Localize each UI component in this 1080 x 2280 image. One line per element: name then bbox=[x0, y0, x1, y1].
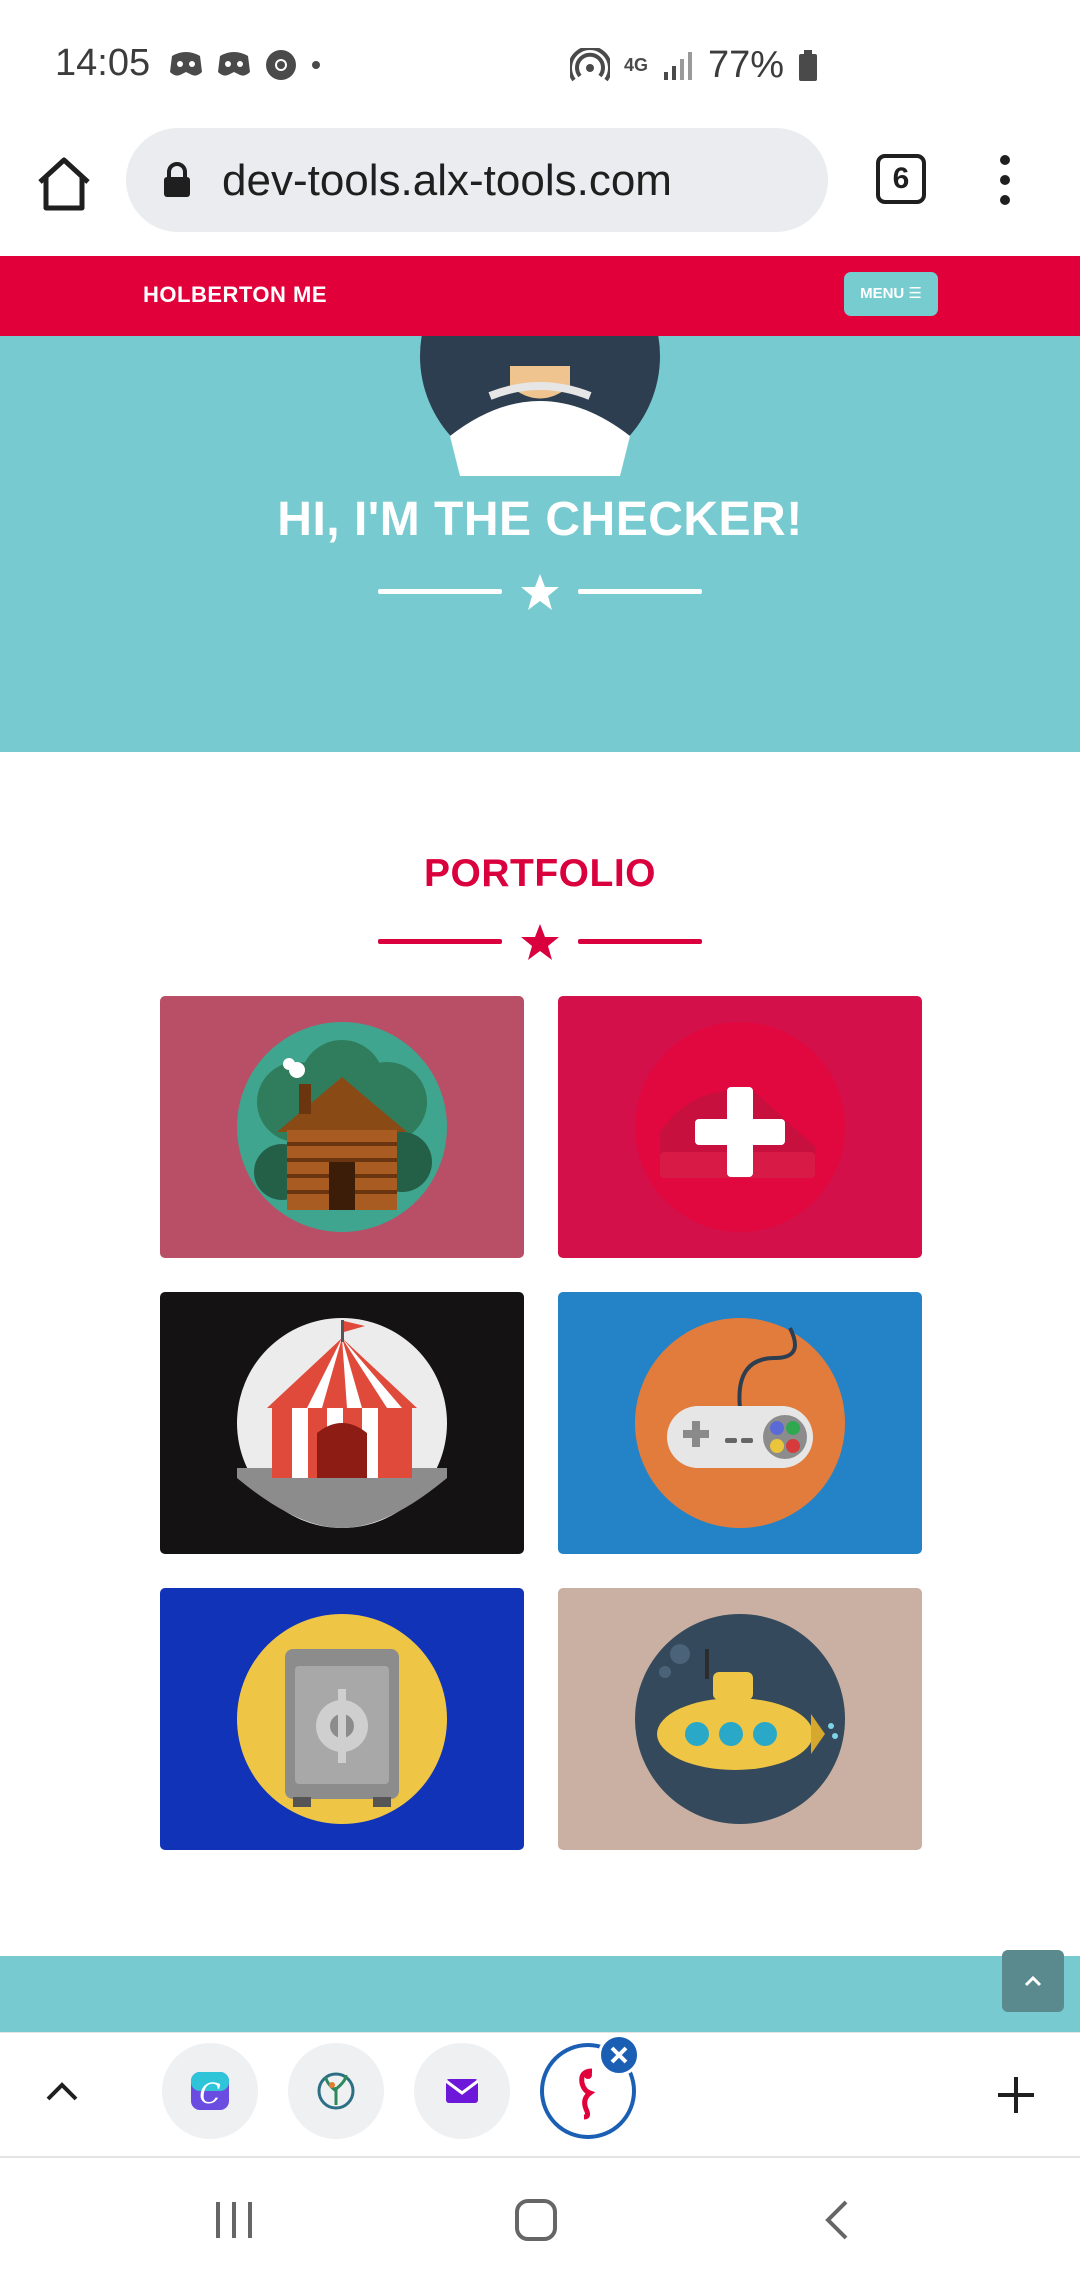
submarine-icon bbox=[635, 1614, 845, 1824]
signal-icon bbox=[664, 51, 693, 80]
menu-button[interactable]: MENU ☰ bbox=[844, 272, 938, 316]
battery-percent: 77% bbox=[708, 44, 785, 86]
circus-tent-icon bbox=[237, 1318, 447, 1528]
hero-section: HI, I'M THE CHECKER! bbox=[0, 336, 1080, 752]
safe-icon bbox=[237, 1614, 447, 1824]
site-navbar: HOLBERTON ME MENU ☰ bbox=[0, 256, 1080, 336]
chevron-up-icon bbox=[1024, 1975, 1042, 1987]
recent-apps-icon[interactable] bbox=[212, 2200, 256, 2240]
browser-toolbar: dev-tools.alx-tools.com 6 bbox=[0, 128, 1080, 256]
log-cabin-icon bbox=[237, 1022, 447, 1232]
star-icon bbox=[521, 574, 559, 610]
close-icon bbox=[610, 2046, 628, 2064]
discord-icon bbox=[170, 52, 202, 76]
home-nav-icon[interactable] bbox=[514, 2198, 558, 2242]
address-bar[interactable]: dev-tools.alx-tools.com bbox=[126, 128, 828, 232]
divider-line bbox=[378, 939, 502, 944]
tab-chip-plant[interactable] bbox=[288, 2043, 384, 2139]
plant-icon bbox=[317, 2072, 355, 2110]
status-bar: 14:05 4G 77% bbox=[0, 0, 1080, 128]
network-type: 4G bbox=[624, 55, 649, 75]
hero-star-divider bbox=[378, 572, 702, 612]
hamburger-icon: ☰ bbox=[908, 285, 922, 302]
footer-band bbox=[0, 1956, 1080, 2032]
portfolio-item-safe[interactable] bbox=[160, 1588, 524, 1850]
portfolio-item-cabin[interactable] bbox=[160, 996, 524, 1258]
notification-icons bbox=[168, 48, 322, 82]
portfolio-item-plus[interactable] bbox=[558, 996, 922, 1258]
tab-chip-canva[interactable]: C bbox=[162, 2043, 258, 2139]
home-icon[interactable] bbox=[32, 152, 96, 216]
menu-label: MENU bbox=[860, 285, 905, 302]
chevron-up-icon[interactable] bbox=[44, 2077, 80, 2105]
url-text: dev-tools.alx-tools.com bbox=[222, 156, 672, 205]
canva-icon: C bbox=[191, 2072, 229, 2110]
divider-line bbox=[578, 939, 702, 944]
plus-cake-icon bbox=[635, 1022, 845, 1232]
mail-icon bbox=[445, 2079, 479, 2103]
system-icons: 4G 77% bbox=[570, 44, 818, 87]
svg-text:C: C bbox=[199, 2077, 220, 2110]
new-tab-plus-icon[interactable] bbox=[996, 2075, 1036, 2115]
hotspot-icon bbox=[570, 47, 610, 81]
tab-switcher-button[interactable]: 6 bbox=[876, 154, 926, 204]
tab-chip-mail[interactable] bbox=[414, 2043, 510, 2139]
chrome-icon bbox=[266, 50, 296, 80]
divider-line bbox=[578, 589, 702, 594]
star-icon bbox=[521, 924, 559, 960]
more-options-icon[interactable] bbox=[990, 150, 1020, 210]
back-icon[interactable] bbox=[822, 2198, 852, 2242]
dot-icon bbox=[312, 61, 320, 69]
status-time: 14:05 bbox=[55, 42, 151, 84]
hero-title: HI, I'M THE CHECKER! bbox=[277, 493, 803, 546]
lock-icon bbox=[164, 162, 190, 197]
divider-line bbox=[378, 589, 502, 594]
site-brand[interactable]: HOLBERTON ME bbox=[143, 282, 327, 308]
close-tab-button[interactable] bbox=[598, 2034, 640, 2076]
portfolio-item-controller[interactable] bbox=[558, 1292, 922, 1554]
portfolio-star-divider bbox=[378, 922, 702, 962]
battery-icon bbox=[799, 49, 818, 81]
portfolio-item-submarine[interactable] bbox=[558, 1588, 922, 1850]
portfolio-heading: PORTFOLIO bbox=[424, 852, 656, 895]
system-navigation-bar bbox=[0, 2156, 1080, 2280]
discord-icon bbox=[218, 52, 250, 76]
game-controller-icon bbox=[635, 1318, 845, 1528]
bottom-tab-strip: C bbox=[0, 2032, 1080, 2152]
scroll-to-top-button[interactable] bbox=[1002, 1950, 1064, 2012]
avatar bbox=[420, 336, 660, 476]
portfolio-item-circus[interactable] bbox=[160, 1292, 524, 1554]
